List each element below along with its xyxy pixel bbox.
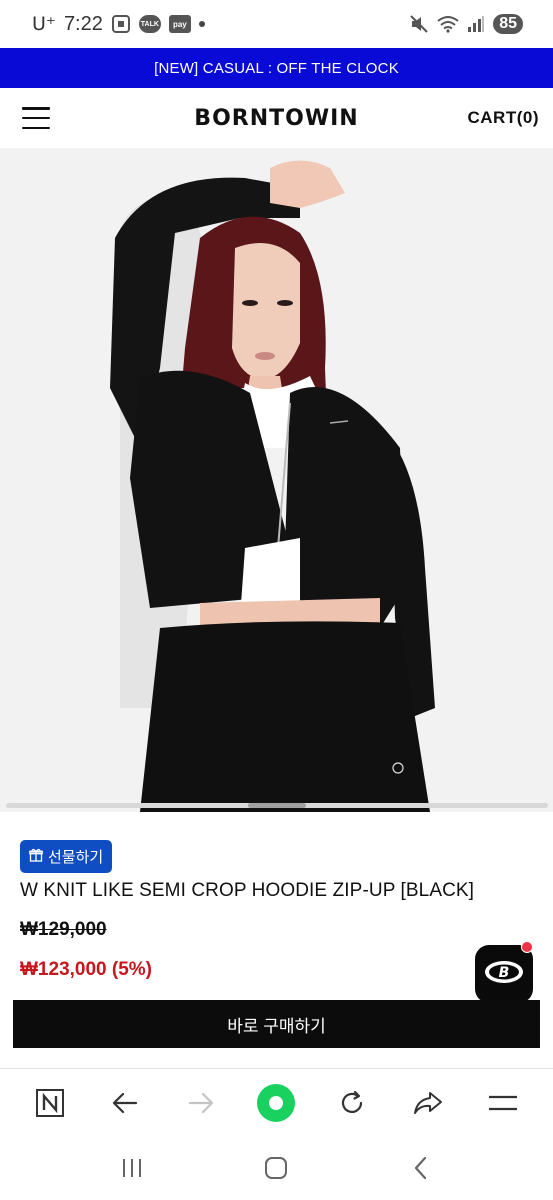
forward-arrow-icon[interactable] [177,1079,225,1127]
back-arrow-icon[interactable] [101,1079,149,1127]
site-header: BORNTOWIN CART(0) [0,88,553,148]
status-left: U⁺ 7:22 TALK pay [32,13,205,36]
carrier-label: U⁺ [32,13,56,35]
notification-dot-icon [198,21,205,27]
brand-logo[interactable]: BORNTOWIN [194,106,358,131]
refresh-icon[interactable] [328,1079,376,1127]
n-icon[interactable] [26,1079,74,1127]
back-icon[interactable] [397,1144,445,1192]
menu-icon[interactable] [479,1079,527,1127]
home-icon[interactable] [252,1144,300,1192]
home-dot-icon[interactable] [252,1079,300,1127]
browser-toolbar [0,1068,553,1136]
status-right: 85 [409,14,523,34]
gift-icon [29,848,43,866]
gift-button[interactable]: 선물하기 [20,840,113,873]
hamburger-menu-icon[interactable] [22,107,50,129]
announcement-bar[interactable]: [NEW] CASUAL : OFF THE CLOCK [0,48,553,88]
image-scroll-thumb[interactable] [248,803,306,808]
svg-text:B: B [499,965,510,981]
status-bar: U⁺ 7:22 TALK pay 85 [0,0,553,48]
gift-button-label: 선물하기 [48,849,104,866]
cart-link[interactable]: CART(0) [468,108,540,128]
model-photo [0,148,553,812]
chat-notification-dot [521,941,533,953]
buy-now-button[interactable]: 바로 구매하기 [13,1000,540,1048]
sale-price: ₩123,000 (5%) [20,959,153,980]
clock: 7:22 [63,12,103,35]
share-icon[interactable] [404,1079,452,1127]
recent-apps-icon[interactable] [108,1144,156,1192]
screenshot-icon [111,14,131,34]
mute-icon [409,14,429,34]
product-title: W KNIT LIKE SEMI CROP HOODIE ZIP-UP [BLA… [20,880,475,901]
product-image[interactable] [0,148,553,812]
signal-icon [467,15,485,33]
battery-indicator: 85 [493,14,523,34]
kakaotalk-icon: TALK [138,15,161,33]
pay-icon: pay [168,15,191,33]
original-price: ₩129,000 [20,919,107,940]
system-nav-bar [0,1136,553,1200]
chat-button[interactable]: B [475,941,533,1003]
brand-b-logo-icon: B [483,959,525,990]
wifi-icon [437,15,459,33]
